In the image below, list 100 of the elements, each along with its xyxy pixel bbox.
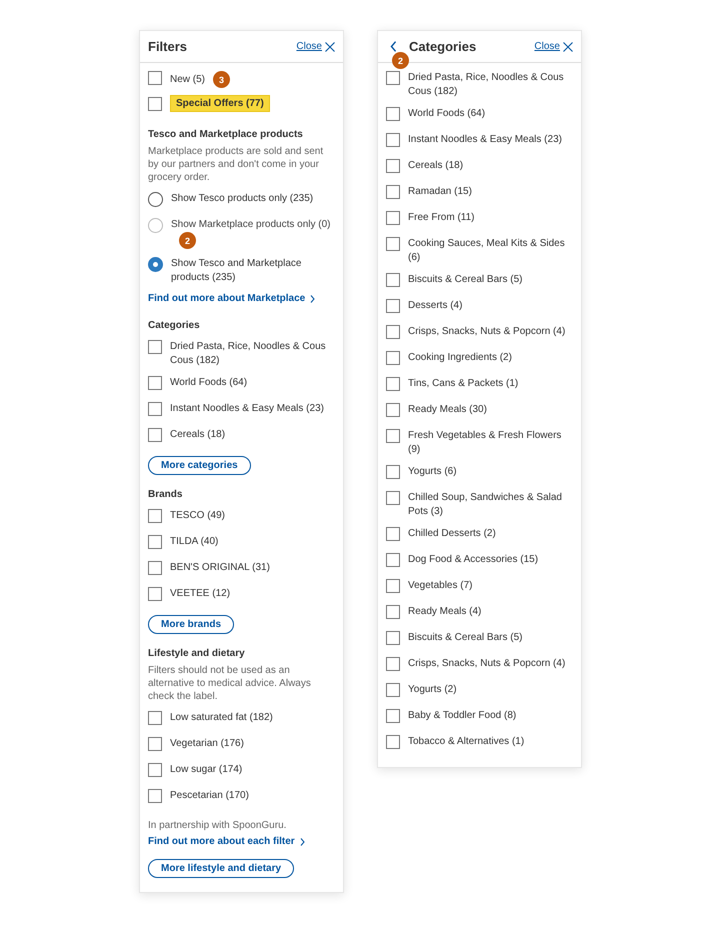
offer-label: Special Offers (77) (170, 95, 270, 112)
checkbox[interactable] (148, 535, 162, 549)
checkbox[interactable] (386, 237, 400, 251)
checkbox[interactable] (386, 683, 400, 697)
checkbox[interactable] (386, 709, 400, 723)
panel-title: Filters (148, 39, 188, 54)
checkbox-label: Instant Noodles & Easy Meals (23) (170, 403, 324, 414)
checkbox-label: Free From (11) (408, 212, 474, 223)
checkbox-label: Cereals (18) (170, 429, 226, 440)
checkbox-label: Cereals (18) (408, 160, 464, 171)
chevron-right-icon (300, 838, 305, 846)
chevron-right-icon (310, 294, 316, 302)
checkbox-label: World Foods (64) (408, 108, 486, 119)
close-link[interactable]: Close (296, 41, 335, 52)
checkbox-label: Dried Pasta, Rice, Noodles & Cous Cous (182) (408, 72, 564, 97)
checkbox[interactable] (386, 491, 400, 505)
checkbox[interactable] (148, 763, 162, 777)
checkbox[interactable] (386, 527, 400, 541)
checkbox[interactable] (148, 789, 162, 803)
checkbox[interactable] (148, 428, 162, 442)
checkbox-label: Yogurts (6) (408, 466, 457, 477)
chevron-left-icon (390, 41, 397, 52)
checkbox-label: Dried Pasta, Rice, Noodles & Cous Cous (182) (170, 341, 326, 366)
checkbox[interactable] (386, 657, 400, 671)
partner-text: In partnership with SpoonGuru. (148, 819, 288, 832)
checkbox-label: New (5) (170, 74, 206, 86)
info-link[interactable]: Find out more about Marketplace (148, 293, 316, 304)
checkbox[interactable] (386, 159, 400, 173)
note-text: Marketplace products are sold and sent by our partners and don't come in your grocery order. (148, 145, 324, 184)
checkbox-label: Low sugar (174) (170, 764, 242, 775)
checkbox[interactable] (386, 579, 400, 593)
close-icon (563, 42, 573, 52)
more-button[interactable]: More brands (148, 615, 234, 634)
checkbox[interactable] (386, 299, 400, 313)
checkbox-label: Pescetarian (170) (170, 790, 249, 801)
checkbox[interactable] (386, 325, 400, 339)
number-badge: 3 (213, 71, 230, 88)
checkbox-label: World Foods (64) (170, 377, 248, 388)
checkbox-label: Vegetables (7) (408, 580, 472, 591)
checkbox[interactable] (148, 587, 162, 601)
number-badge: 2 (392, 52, 409, 69)
checkbox-label: Biscuits & Cereal Bars (5) (408, 632, 522, 643)
checkbox-label: Fresh Vegetables & Fresh Flowers (9) (408, 430, 562, 455)
checkbox[interactable] (386, 735, 400, 749)
checkbox[interactable] (148, 561, 162, 575)
checkbox[interactable] (386, 553, 400, 567)
more-button[interactable]: More categories (148, 456, 251, 475)
checkbox[interactable] (148, 340, 162, 354)
checkbox[interactable] (386, 133, 400, 147)
more-button[interactable]: More lifestyle and dietary (148, 859, 294, 878)
checkbox-label: BEN'S ORIGINAL (31) (170, 562, 270, 573)
checkbox[interactable] (386, 631, 400, 645)
checkbox[interactable] (386, 465, 400, 479)
section-heading: Lifestyle and dietary (148, 648, 246, 659)
number-badge: 2 (179, 232, 196, 249)
checkbox-label: Baby & Toddler Food (8) (408, 710, 516, 721)
checkbox[interactable] (386, 107, 400, 121)
checkbox-label: Ramadan (15) (408, 186, 472, 197)
checkbox[interactable] (148, 71, 162, 85)
section-heading: Brands (148, 489, 184, 500)
checkbox[interactable] (148, 737, 162, 751)
section-heading: Categories (148, 320, 201, 331)
checkbox-label: Cooking Sauces, Meal Kits & Sides (6) (408, 238, 565, 263)
checkbox-label: Chilled Desserts (2) (408, 528, 496, 539)
section-heading: Tesco and Marketplace products (148, 129, 304, 140)
checkbox-label: Instant Noodles & Easy Meals (23) (408, 134, 562, 145)
checkbox-label: Tobacco & Alternatives (1) (408, 736, 524, 747)
checkbox[interactable] (148, 711, 162, 725)
checkbox-label: Cooking Ingredients (2) (408, 352, 512, 363)
checkbox[interactable] (148, 376, 162, 390)
checkbox-label: Dog Food & Accessories (15) (408, 554, 538, 565)
close-icon (325, 42, 335, 52)
radio-label: Show Marketplace products only (0) (171, 219, 331, 230)
checkbox[interactable] (386, 403, 400, 417)
checkbox-label: Ready Meals (30) (408, 404, 487, 415)
checkbox-label: TILDA (40) (170, 536, 218, 547)
checkbox-label: Desserts (4) (408, 300, 462, 311)
radio-button[interactable] (148, 257, 163, 272)
close-link[interactable]: Close (534, 41, 573, 52)
checkbox-label: Crisps, Snacks, Nuts & Popcorn (4) (408, 658, 566, 669)
checkbox[interactable] (386, 351, 400, 365)
checkbox[interactable] (386, 185, 400, 199)
checkbox[interactable] (148, 402, 162, 416)
checkbox[interactable] (386, 429, 400, 443)
checkbox-label: Crisps, Snacks, Nuts & Popcorn (4) (408, 326, 566, 337)
checkbox[interactable] (386, 377, 400, 391)
checkbox-label: VEETEE (12) (170, 588, 230, 599)
checkbox[interactable] (386, 71, 400, 85)
checkbox[interactable] (386, 273, 400, 287)
radio-button[interactable] (148, 192, 163, 207)
checkbox[interactable] (386, 605, 400, 619)
checkbox-label: TESCO (49) (170, 510, 226, 521)
checkbox[interactable] (386, 211, 400, 225)
radio-label: Show Tesco products only (235) (171, 193, 314, 204)
checkbox-label: Chilled Soup, Sandwiches & Salad Pots (3) (408, 492, 562, 517)
checkbox-label: Vegetarian (176) (170, 738, 244, 749)
info-link[interactable]: Find out more about each filter (148, 836, 305, 847)
checkbox[interactable] (148, 509, 162, 523)
checkbox[interactable] (148, 97, 162, 111)
checkbox-label: Low saturated fat (182) (170, 712, 273, 723)
